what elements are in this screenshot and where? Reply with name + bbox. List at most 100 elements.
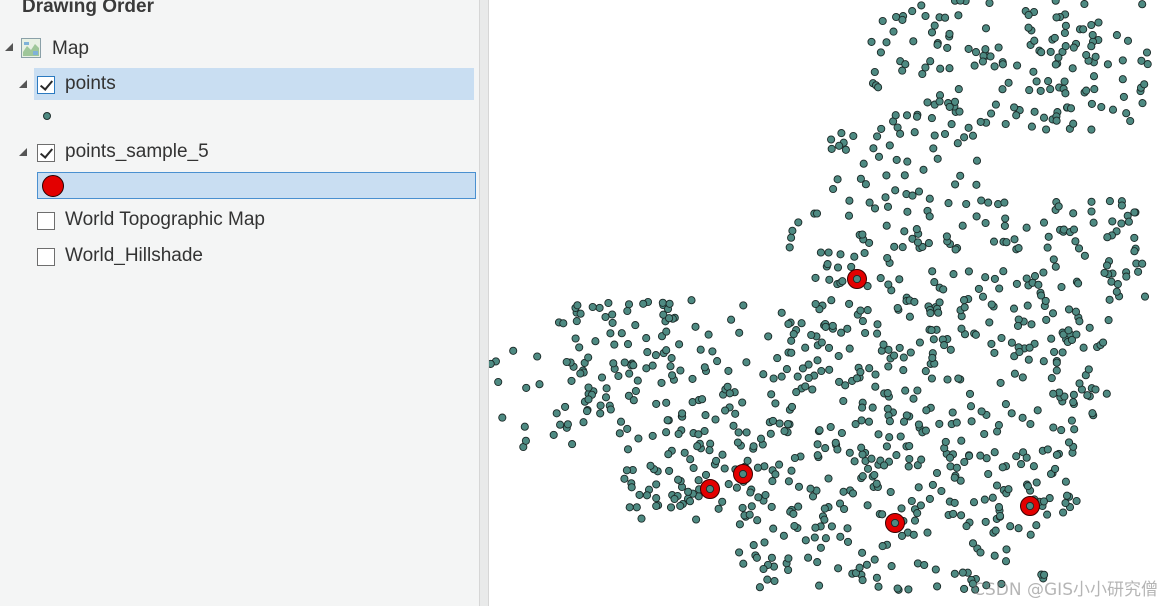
- point-feature[interactable]: [1069, 390, 1078, 399]
- point-feature[interactable]: [899, 353, 908, 362]
- point-feature[interactable]: [923, 98, 932, 107]
- point-feature[interactable]: [999, 267, 1008, 276]
- point-feature[interactable]: [754, 493, 763, 502]
- point-feature[interactable]: [890, 242, 899, 251]
- point-feature[interactable]: [608, 318, 617, 327]
- point-feature[interactable]: [885, 433, 894, 442]
- point-feature[interactable]: [533, 352, 542, 361]
- point-feature[interactable]: [865, 364, 874, 373]
- point-feature[interactable]: [930, 21, 939, 30]
- point-feature[interactable]: [883, 202, 893, 211]
- point-feature[interactable]: [604, 298, 613, 308]
- points-sample-visibility-checkbox[interactable]: [37, 144, 55, 162]
- point-feature[interactable]: [901, 386, 910, 395]
- point-feature[interactable]: [770, 576, 779, 586]
- point-feature[interactable]: [878, 510, 887, 519]
- point-feature[interactable]: [806, 484, 815, 493]
- point-feature[interactable]: [981, 218, 990, 228]
- point-feature[interactable]: [897, 504, 906, 513]
- point-feature[interactable]: [746, 488, 755, 497]
- point-feature[interactable]: [905, 454, 914, 464]
- point-feature[interactable]: [793, 372, 802, 381]
- point-feature[interactable]: [813, 440, 822, 449]
- point-feature[interactable]: [968, 539, 978, 548]
- point-feature[interactable]: [494, 377, 503, 387]
- point-feature[interactable]: [579, 418, 588, 427]
- point-feature[interactable]: [489, 359, 495, 368]
- point-feature[interactable]: [895, 275, 904, 284]
- point-feature[interactable]: [657, 378, 666, 387]
- point-feature[interactable]: [905, 312, 914, 321]
- expand-points-icon[interactable]: [19, 80, 27, 88]
- point-feature[interactable]: [663, 416, 672, 425]
- point-feature[interactable]: [1043, 510, 1052, 519]
- point-feature[interactable]: [1118, 56, 1127, 65]
- point-feature[interactable]: [910, 128, 919, 137]
- point-feature[interactable]: [743, 456, 752, 465]
- point-feature[interactable]: [874, 152, 884, 161]
- point-feature[interactable]: [1013, 61, 1022, 70]
- point-feature[interactable]: [631, 386, 640, 396]
- point-feature[interactable]: [1025, 86, 1034, 95]
- point-feature[interactable]: [883, 404, 892, 413]
- point-feature[interactable]: [927, 28, 937, 37]
- expand-points-sample-icon[interactable]: [19, 148, 27, 156]
- point-feature[interactable]: [861, 328, 870, 338]
- point-feature[interactable]: [968, 131, 978, 140]
- point-feature[interactable]: [1044, 77, 1053, 86]
- point-feature[interactable]: [1022, 453, 1031, 462]
- point-feature[interactable]: [985, 318, 994, 327]
- point-feature[interactable]: [1017, 460, 1026, 469]
- point-feature[interactable]: [933, 154, 942, 163]
- point-feature[interactable]: [883, 253, 892, 263]
- point-feature[interactable]: [933, 40, 942, 49]
- point-feature[interactable]: [858, 230, 867, 239]
- point-feature[interactable]: [811, 273, 820, 282]
- point-feature[interactable]: [835, 141, 844, 150]
- point-feature[interactable]: [698, 395, 707, 404]
- point-feature[interactable]: [1122, 272, 1131, 281]
- point-feature[interactable]: [556, 420, 565, 429]
- point-feature[interactable]: [1001, 214, 1010, 223]
- point-feature[interactable]: [958, 221, 967, 230]
- point-feature[interactable]: [864, 417, 874, 426]
- point-feature[interactable]: [884, 362, 893, 371]
- point-feature[interactable]: [991, 526, 1000, 535]
- point-feature[interactable]: [1054, 202, 1063, 211]
- point-feature[interactable]: [559, 319, 568, 328]
- point-feature[interactable]: [1069, 119, 1078, 128]
- point-feature[interactable]: [1049, 255, 1058, 264]
- point-feature[interactable]: [974, 284, 983, 293]
- point-feature[interactable]: [787, 402, 797, 411]
- point-feature[interactable]: [1025, 501, 1035, 511]
- point-feature[interactable]: [1134, 267, 1143, 276]
- point-feature[interactable]: [980, 495, 989, 504]
- point-feature[interactable]: [976, 117, 985, 126]
- point-feature[interactable]: [939, 285, 948, 294]
- point-feature[interactable]: [1089, 218, 1098, 227]
- point-feature[interactable]: [571, 334, 580, 343]
- point-feature[interactable]: [952, 418, 961, 427]
- point-feature[interactable]: [749, 442, 758, 451]
- point-feature[interactable]: [575, 343, 584, 352]
- point-feature[interactable]: [711, 415, 720, 424]
- point-feature[interactable]: [1046, 47, 1055, 56]
- point-feature[interactable]: [572, 317, 581, 326]
- point-feature[interactable]: [1072, 496, 1081, 506]
- point-feature[interactable]: [1074, 279, 1083, 288]
- point-feature[interactable]: [1069, 43, 1078, 52]
- point-feature[interactable]: [942, 232, 951, 241]
- point-feature[interactable]: [827, 144, 836, 153]
- point-feature[interactable]: [601, 312, 610, 322]
- point-feature[interactable]: [820, 515, 829, 524]
- point-feature[interactable]: [1004, 485, 1013, 494]
- point-feature[interactable]: [824, 343, 834, 352]
- point-feature[interactable]: [639, 299, 648, 308]
- point-feature[interactable]: [646, 461, 655, 470]
- point-feature[interactable]: [787, 466, 796, 475]
- point-feature[interactable]: [1050, 33, 1059, 42]
- point-feature[interactable]: [684, 487, 693, 496]
- point-feature[interactable]: [843, 524, 852, 533]
- point-feature[interactable]: [1018, 413, 1027, 422]
- point-feature[interactable]: [713, 357, 722, 366]
